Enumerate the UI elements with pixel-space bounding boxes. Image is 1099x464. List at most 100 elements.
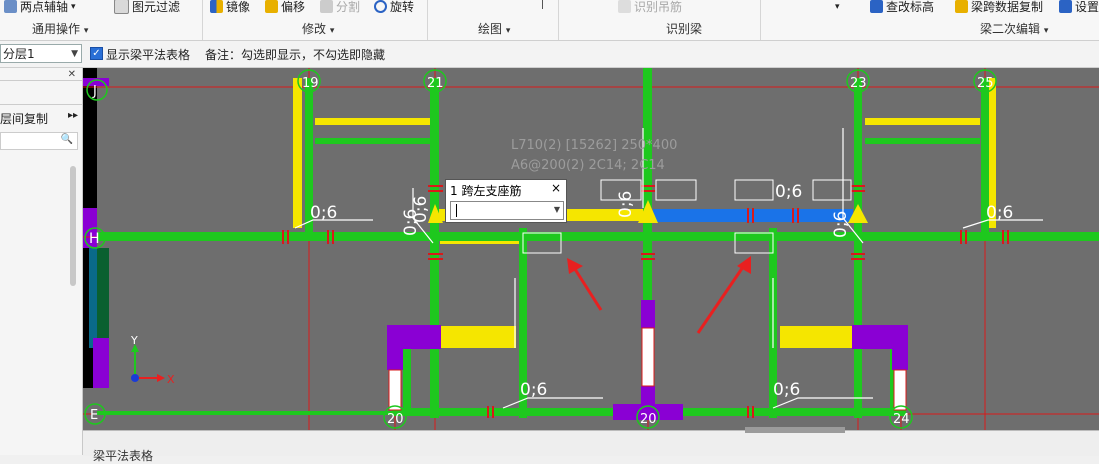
- column-purple: [387, 325, 403, 370]
- support-rebar-popup: 1 跨左支座筋 × ▼: [445, 179, 567, 223]
- gear-icon: [1059, 0, 1072, 13]
- beam-yellow: [293, 78, 302, 228]
- beam-green: [865, 138, 980, 144]
- beam-green: [854, 78, 862, 418]
- axis-label-24: 24: [893, 412, 910, 427]
- axis-icon: [4, 0, 17, 13]
- splitter-handle[interactable]: [745, 427, 845, 433]
- beam-green: [315, 138, 430, 144]
- column-white: [893, 369, 907, 411]
- chevron-down-icon[interactable]: ▼: [554, 205, 560, 214]
- beam-green-h: [97, 232, 1099, 241]
- cad-drawing: 19 21 23 25 20 20 24 J H E 0;6 0;6 0;6 0…: [83, 68, 1099, 430]
- beam-yellow: [441, 326, 516, 348]
- element-filter-button[interactable]: 图元过滤: [114, 0, 180, 15]
- axis-label-25: 25: [977, 76, 994, 91]
- beam-green: [430, 78, 439, 418]
- secondary-toolbar: 分层1 ▼ ✓ 显示梁平法表格 备注：勾选即显示，不勾选即隐藏: [0, 41, 1099, 68]
- scrollbar[interactable]: [70, 166, 76, 286]
- filter-icon: [114, 0, 129, 14]
- beam-green: [97, 411, 397, 415]
- split-button[interactable]: 分割: [320, 0, 360, 15]
- axis-label-23: 23: [850, 76, 867, 91]
- column-purple: [641, 300, 655, 328]
- beam-yellow: [865, 118, 980, 125]
- popup-title: 1 跨左支座筋: [450, 184, 522, 198]
- beam-yellow: [780, 326, 852, 348]
- beam-yellow: [315, 118, 430, 125]
- support-rebar-input[interactable]: ▼: [450, 201, 564, 220]
- divider: [0, 104, 82, 105]
- show-table-label: 显示梁平法表格: [106, 48, 191, 62]
- dim-label: 0;6: [310, 203, 337, 223]
- rotate-button[interactable]: 旋转: [374, 0, 414, 15]
- divider: [558, 0, 559, 40]
- identify-hanger-button[interactable]: 识别吊筋: [618, 0, 682, 15]
- beam-annotation-line1: L710(2) [15262] 250*400: [511, 138, 677, 153]
- draw-tool-button[interactable]: [530, 0, 543, 9]
- offset-button[interactable]: 偏移: [265, 0, 305, 15]
- axis-label-21: 21: [427, 76, 444, 91]
- close-icon[interactable]: ×: [551, 181, 561, 195]
- axis-x-label: X: [167, 373, 175, 386]
- search-input[interactable]: 🔍: [0, 132, 78, 150]
- note-text: 备注：勾选即显示，不勾选即隐藏: [205, 48, 386, 62]
- hanger-icon: [618, 0, 631, 13]
- elevation-icon: [870, 0, 883, 13]
- divider: [427, 0, 428, 40]
- ribbon: 两点辅轴 ▾ 图元过滤 通用操作 ▾ 镜像 偏移 分割 旋转 修改 ▾ 绘图 ▾…: [0, 0, 1099, 41]
- draw-icon: [530, 0, 543, 9]
- floor-copy-item[interactable]: 层间复制 ▸▸: [0, 110, 82, 127]
- text-cursor: [456, 204, 457, 217]
- group-label-identify-beam: 识别梁: [666, 22, 703, 36]
- search-icon: 🔍: [60, 134, 73, 145]
- mirror-button[interactable]: 镜像: [210, 0, 250, 15]
- dim-label-vertical: 0;6: [411, 196, 431, 223]
- group-label-modify: 修改 ▾: [302, 22, 335, 36]
- dim-label: 0;6: [773, 380, 800, 400]
- double-chevron-right-icon: ▸▸: [67, 110, 78, 121]
- divider: [202, 0, 203, 40]
- rotate-icon: [374, 0, 387, 13]
- group-label-beam-edit: 梁二次编辑 ▾: [980, 22, 1049, 36]
- split-icon: [320, 0, 333, 13]
- dim-label: 0;6: [520, 380, 547, 400]
- axis-label-e: E: [90, 408, 98, 423]
- axis-y-label: Y: [130, 334, 138, 347]
- two-point-axis-button[interactable]: 两点辅轴 ▾: [4, 0, 76, 15]
- beam-green: [403, 338, 411, 413]
- drawing-canvas[interactable]: 19 21 23 25 20 20 24 J H E 0;6 0;6 0;6 0…: [83, 68, 1099, 430]
- settings-button[interactable]: 设置: [1059, 0, 1099, 15]
- ucs-axes: [131, 344, 165, 382]
- span-data-copy-button[interactable]: 梁跨数据复制: [955, 0, 1043, 15]
- red-arrows: [567, 256, 751, 334]
- canvas-labels: 19 21 23 25 20 20 24 J H E 0;6 0;6 0;6 0…: [89, 76, 1013, 427]
- dim-label-vertical: 0;6: [616, 191, 636, 218]
- dim-label: 0;6: [986, 203, 1013, 223]
- show-table-checkbox[interactable]: ✓: [90, 47, 103, 60]
- column-purple: [892, 325, 908, 370]
- mirror-icon: [210, 0, 223, 13]
- beam-table-title: 梁平法表格: [93, 449, 154, 463]
- group-label-draw: 绘图 ▾: [478, 22, 511, 36]
- column-purple: [93, 338, 109, 388]
- beam-table-pane: 梁平法表格: [83, 427, 1099, 463]
- axis-label-h: H: [89, 231, 100, 247]
- close-icon[interactable]: ✕: [68, 69, 76, 80]
- beam-annotation-line2: A6@200(2) 2C14; 2C14: [511, 158, 665, 173]
- floor-select[interactable]: 分层1 ▼: [0, 44, 82, 63]
- dim-label: 0;6: [775, 182, 802, 202]
- copy-icon: [955, 0, 968, 13]
- left-panel: ✕ 层间复制 ▸▸ 🔍: [0, 68, 83, 455]
- column-white: [641, 327, 655, 387]
- check-elevation-button[interactable]: 查改标高: [870, 0, 934, 15]
- column-white: [388, 369, 402, 411]
- dim-label-vertical: 0;6: [831, 211, 851, 238]
- axis-label-20a: 20: [387, 412, 404, 427]
- group-label-general: 通用操作 ▾: [32, 22, 89, 36]
- chevron-down-icon: ▾: [71, 1, 76, 12]
- chevron-down-icon: ▾: [835, 2, 840, 12]
- column-darkgreen: [97, 248, 109, 338]
- divider: [0, 80, 82, 81]
- more-dropdown[interactable]: ▾: [835, 2, 840, 12]
